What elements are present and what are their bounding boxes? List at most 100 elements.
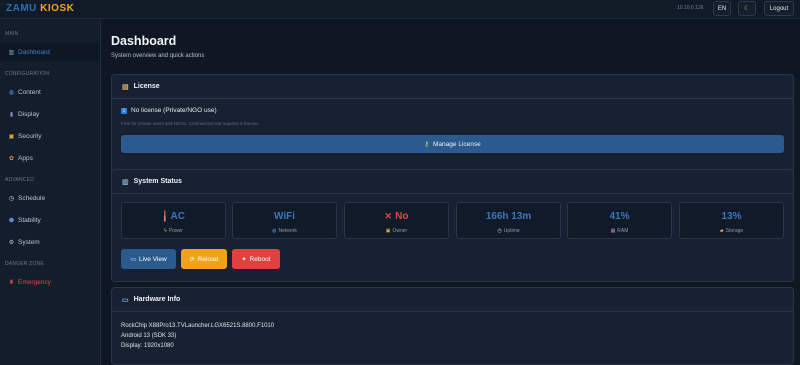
sidebar-section-danger-zone: DANGER ZONE [5, 261, 44, 267]
theme-toggle-button[interactable]: ☾ [738, 1, 756, 16]
top-bar: ZAMU KIOSK 10.10.0.126 EN ☾ Logout [0, 0, 800, 19]
stat-value: 13% [721, 211, 742, 222]
license-card: ▤ License i No license (Private/NGO use)… [111, 74, 794, 177]
sidebar-item-content[interactable]: ◍ Content [0, 83, 100, 101]
live-view-button[interactable]: ▭ Live View [121, 249, 176, 269]
live-view-label: Live View [138, 255, 167, 263]
sidebar-item-schedule[interactable]: ◷ Schedule [0, 189, 100, 207]
key-icon: ⚷ [424, 141, 430, 148]
sidebar-item-label: System [18, 238, 40, 246]
globe-icon: ◍ [8, 89, 15, 96]
language-button[interactable]: EN [713, 1, 731, 16]
hardware-info-header: ▭ Hardware Info [112, 288, 793, 312]
page-subtitle: System overview and quick actions [111, 53, 205, 59]
stat-uptime: 166h 13m ◷ Uptime [456, 202, 561, 239]
hardware-info-card: ▭ Hardware Info RockChip X88Pro13.TVLaun… [111, 287, 794, 365]
manage-license-label: Manage License [433, 140, 481, 148]
license-status-text: No license (Private/NGO use) [131, 107, 217, 114]
system-status-header: ▥ System Status [112, 170, 793, 194]
gear-icon: ⚙ [8, 239, 15, 246]
stat-power: ╽ AC ϟ Power [121, 202, 226, 239]
stat-value: ✕ No [384, 211, 409, 222]
apps-icon: ✿ [8, 155, 15, 162]
globe-icon: ◍ [272, 228, 277, 234]
hardware-info-title: Hardware Info [133, 296, 181, 303]
sidebar: MAIN ▥ Dashboard CONFIGURATION ◍ Content… [0, 19, 101, 365]
computer-icon: ▭ [122, 296, 129, 304]
sidebar-item-stability[interactable]: ⬟ Stability [0, 211, 100, 229]
cross-icon: ✕ [384, 211, 393, 221]
sidebar-item-label: Emergency [18, 278, 51, 286]
reboot-label: Reboot [249, 255, 271, 263]
refresh-icon: ⟳ [189, 256, 195, 263]
reboot-button[interactable]: ✦ Reboot [232, 249, 280, 269]
sidebar-item-label: Stability [18, 216, 41, 224]
sidebar-item-label: Security [18, 132, 42, 140]
sidebar-item-label: Apps [18, 154, 33, 162]
clock-icon: ◷ [8, 195, 15, 202]
stat-value: 41% [609, 211, 630, 222]
reload-button[interactable]: ⟳ Reload [181, 249, 227, 269]
plug-icon: ╽ [162, 211, 168, 221]
main-content: Dashboard System overview and quick acti… [101, 19, 800, 365]
sidebar-item-label: Display [18, 110, 40, 118]
sidebar-item-security[interactable]: ▣ Security [0, 127, 100, 145]
reload-label: Reload [197, 255, 219, 263]
sidebar-item-dashboard[interactable]: ▥ Dashboard [0, 43, 100, 61]
stat-storage: 13% ▰ Storage [679, 202, 784, 239]
stat-network: WiFi ◍ Network [232, 202, 337, 239]
brand-logo: ZAMU KIOSK [6, 3, 74, 14]
stat-value: WiFi [273, 211, 295, 222]
bar-chart-icon: ▥ [122, 178, 129, 186]
hardware-android-version: Android 13 (SDK 33) [121, 333, 177, 339]
bar-chart-icon: ▥ [8, 49, 15, 56]
info-icon: i [121, 107, 127, 114]
clock-icon: ◷ [497, 228, 502, 234]
stat-label: ▣ Owner [385, 228, 408, 234]
sparkle-icon: ✦ [241, 256, 247, 263]
sidebar-item-display[interactable]: ▮ Display [0, 105, 100, 123]
display-icon: ▮ [9, 111, 14, 118]
emergency-icon: ♜ [8, 279, 15, 286]
lock-icon: ▣ [385, 228, 391, 234]
sidebar-item-label: Content [18, 88, 41, 96]
sidebar-section-main: MAIN [5, 31, 19, 37]
device-ip: 10.10.0.126 [677, 5, 704, 11]
sidebar-section-advanced: ADVANCED [5, 177, 35, 183]
hardware-display-resolution: Display: 1920x1080 [121, 343, 174, 349]
manage-license-button[interactable]: ⚷ Manage License [121, 135, 784, 153]
folder-icon: ▰ [719, 228, 724, 234]
license-card-title: License [133, 83, 160, 90]
sidebar-item-label: Dashboard [18, 48, 50, 56]
moon-icon: ☾ [744, 6, 750, 12]
sidebar-section-configuration: CONFIGURATION [5, 71, 50, 77]
stat-label: ▰ Storage [719, 228, 744, 234]
stat-owner: ✕ No ▣ Owner [344, 202, 449, 239]
logout-button[interactable]: Logout [764, 1, 794, 16]
system-status-title: System Status [133, 178, 182, 185]
page-title: Dashboard [111, 34, 177, 48]
stat-label: ◍ Network [272, 228, 297, 234]
license-note: Free for private users and NGOs. Commerc… [121, 121, 260, 126]
brand-name-part2: KIOSK [40, 3, 75, 14]
stat-label: ◷ Uptime [497, 228, 520, 234]
hardware-model: RockChip X88Pro13.TVLauncher.LGX6521S.88… [121, 323, 275, 329]
sidebar-item-emergency[interactable]: ♜ Emergency [0, 273, 100, 291]
stat-label: ▦ RAM [610, 228, 629, 234]
monitor-icon: ▭ [130, 256, 136, 263]
stat-value: 166h 13m [485, 211, 532, 222]
system-status-card: ▥ System Status ╽ AC ϟ Power WiFi ◍ Network… [111, 169, 794, 282]
stat-value: ╽ AC [162, 211, 185, 222]
bolt-icon: ϟ [164, 228, 167, 234]
sidebar-item-label: Schedule [18, 194, 46, 202]
license-card-header: ▤ License [112, 75, 793, 99]
license-status: i No license (Private/NGO use) [121, 107, 217, 114]
sidebar-item-apps[interactable]: ✿ Apps [0, 149, 100, 167]
lock-icon: ▣ [8, 133, 15, 140]
stat-ram: 41% ▦ RAM [567, 202, 672, 239]
scroll-icon: ▤ [122, 83, 129, 91]
brand-name-part1: ZAMU [6, 3, 37, 14]
memory-icon: ▦ [610, 228, 616, 234]
sidebar-item-system[interactable]: ⚙ System [0, 233, 100, 251]
shield-icon: ⬟ [8, 217, 15, 224]
